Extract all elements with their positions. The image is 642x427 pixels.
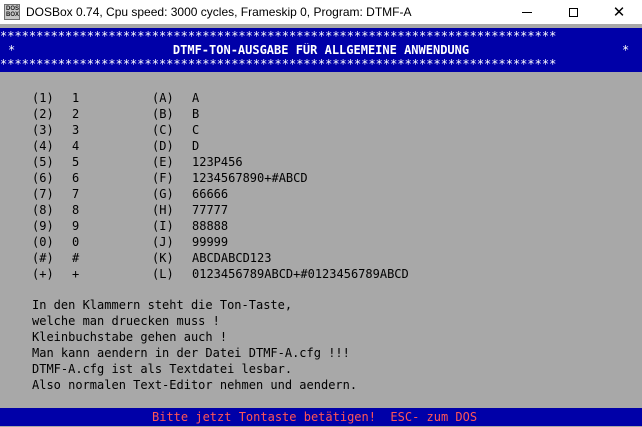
- key-value: 99999: [192, 235, 229, 249]
- key-label: (7): [32, 187, 54, 201]
- title-bar[interactable]: DOS BOX DOSBox 0.74, Cpu speed: 3000 cyc…: [0, 0, 642, 25]
- key-value: 77777: [192, 203, 229, 217]
- key-label: (1): [32, 91, 54, 105]
- key-label: (A): [152, 91, 174, 105]
- key-value: ABCDABCD123: [192, 251, 272, 265]
- key-label: (#): [32, 251, 54, 265]
- key-label: (3): [32, 123, 54, 137]
- key-value: 8: [72, 203, 80, 217]
- key-value: 1: [72, 91, 80, 105]
- key-label: (I): [152, 219, 174, 233]
- info-line: DTMF-A.cfg ist als Textdatei lesbar.: [32, 362, 293, 376]
- key-label: (9): [32, 219, 54, 233]
- program-header: ****************************************…: [0, 28, 642, 72]
- header-title-row: * DTMF-TON-AUSGABE FÜR ALLGEMEINE ANWEND…: [0, 43, 642, 57]
- key-value: 7: [72, 187, 80, 201]
- dosbox-icon[interactable]: DOS BOX: [4, 4, 20, 20]
- key-label: (2): [32, 107, 54, 121]
- key-label: (6): [32, 171, 54, 185]
- program-title: DTMF-TON-AUSGABE FÜR ALLGEMEINE ANWENDUN…: [172, 43, 470, 57]
- info-line: Also normalen Text-Editor nehmen und aen…: [32, 378, 358, 392]
- key-label: (8): [32, 203, 54, 217]
- key-label: (0): [32, 235, 54, 249]
- key-label: (E): [152, 155, 174, 169]
- info-line: welche man druecken muss !: [32, 314, 220, 328]
- key-label: (H): [152, 203, 174, 217]
- dosbox-window: DOS BOX DOSBox 0.74, Cpu speed: 3000 cyc…: [0, 0, 642, 427]
- key-value: 6: [72, 171, 80, 185]
- info-line: Kleinbuchstabe gehen auch !: [32, 330, 228, 344]
- dos-screen[interactable]: ****************************************…: [0, 24, 642, 427]
- key-label: (4): [32, 139, 54, 153]
- window-title: DOSBox 0.74, Cpu speed: 3000 cycles, Fra…: [26, 5, 412, 19]
- close-button[interactable]: ✕: [596, 0, 642, 24]
- key-label: (J): [152, 235, 174, 249]
- key-value: 0: [72, 235, 80, 249]
- info-text: In den Klammern steht die Ton-Taste, wel…: [32, 297, 357, 393]
- key-label: (G): [152, 187, 174, 201]
- header-side-star-right: *: [622, 43, 630, 57]
- minimize-icon: [522, 11, 532, 13]
- info-line: Man kann aendern in der Datei DTMF-A.cfg…: [32, 346, 350, 360]
- key-label: (B): [152, 107, 174, 121]
- info-line: In den Klammern steht die Ton-Taste,: [32, 298, 293, 312]
- key-label: (C): [152, 123, 174, 137]
- key-label: (+): [32, 267, 54, 281]
- key-value: 1234567890+#ABCD: [192, 171, 308, 185]
- status-bar: Bitte jetzt Tontaste betätigen! ESC- zum…: [0, 408, 642, 426]
- key-value: 3: [72, 123, 80, 137]
- key-label: (L): [152, 267, 174, 281]
- key-value: 123P456: [192, 155, 243, 169]
- key-value: 9: [72, 219, 80, 233]
- key-label: (D): [152, 139, 174, 153]
- key-value: 0123456789ABCD+#0123456789ABCD: [192, 267, 409, 281]
- maximize-icon: [568, 7, 578, 17]
- key-value: 4: [72, 139, 80, 153]
- minimize-button[interactable]: [504, 0, 550, 24]
- dosbox-icon-label: DOS BOX: [6, 6, 20, 18]
- key-value: #: [72, 251, 80, 265]
- key-value: C: [192, 123, 200, 137]
- key-value: +: [72, 267, 80, 281]
- key-value: 88888: [192, 219, 229, 233]
- key-value: B: [192, 107, 200, 121]
- key-value: A: [192, 91, 200, 105]
- status-message: Bitte jetzt Tontaste betätigen! ESC- zum…: [152, 410, 478, 424]
- key-label: (5): [32, 155, 54, 169]
- maximize-button[interactable]: [550, 0, 596, 24]
- key-value: D: [192, 139, 200, 153]
- key-value: 2: [72, 107, 80, 121]
- header-star-line-top: ****************************************…: [0, 29, 557, 43]
- close-icon: ✕: [612, 2, 626, 21]
- key-value: 5: [72, 155, 80, 169]
- key-value: 66666: [192, 187, 229, 201]
- key-label: (F): [152, 171, 174, 185]
- header-star-line-bottom: ****************************************…: [0, 57, 557, 71]
- key-label: (K): [152, 251, 174, 265]
